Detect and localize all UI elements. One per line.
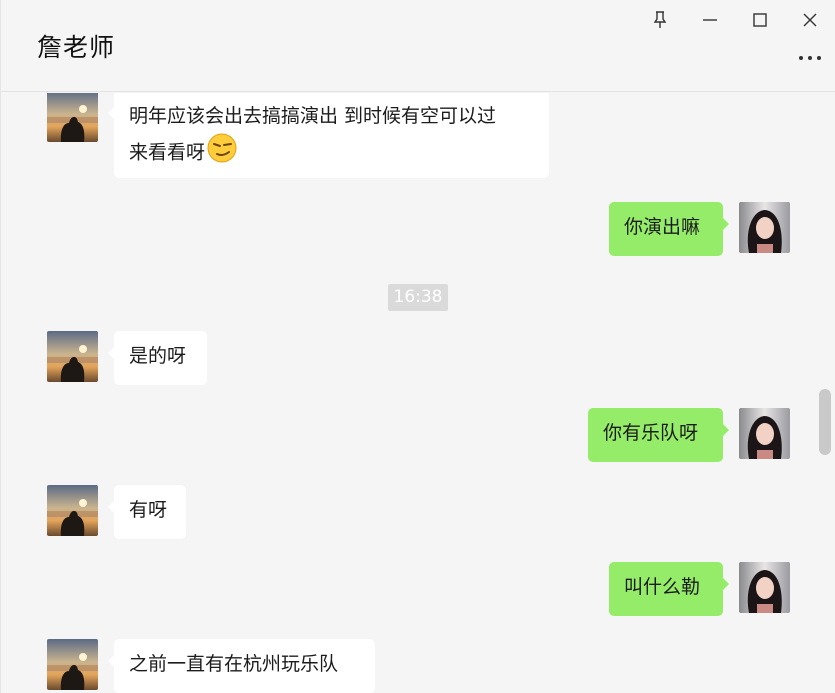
- contact-avatar[interactable]: [47, 331, 98, 382]
- incoming-message-bubble[interactable]: 有呀: [108, 485, 186, 539]
- chat-header: 詹老师: [1, 0, 835, 92]
- more-dots-icon[interactable]: [797, 50, 823, 66]
- smirk-emoji-icon: [206, 132, 238, 174]
- contact-avatar[interactable]: [47, 485, 98, 536]
- minimize-icon[interactable]: [698, 8, 722, 32]
- message-text: 有呀: [129, 499, 168, 521]
- incoming-message-bubble[interactable]: 明年应该会出去搞搞演出 到时候有空可以过 来看看呀: [108, 93, 549, 178]
- message-text: 你有乐队呀: [603, 422, 699, 444]
- outgoing-message-bubble[interactable]: 你演出嘛: [609, 202, 729, 256]
- incoming-message-bubble[interactable]: 是的呀: [108, 331, 207, 385]
- message-text-line2: 来看看呀: [129, 141, 206, 164]
- pin-icon[interactable]: [648, 8, 672, 32]
- close-icon[interactable]: [798, 8, 822, 32]
- outgoing-message-bubble[interactable]: 叫什么勒: [609, 562, 729, 616]
- message-text: 明年应该会出去搞搞演出 到时候有空可以过: [129, 105, 497, 127]
- scrollbar-thumb[interactable]: [819, 389, 831, 455]
- my-avatar[interactable]: [739, 408, 790, 459]
- incoming-message-bubble[interactable]: 之前一直有在杭州玩乐队: [108, 639, 375, 693]
- message-text: 叫什么勒: [624, 576, 701, 598]
- message-text: 来看看呀: [129, 132, 534, 174]
- my-avatar[interactable]: [739, 562, 790, 613]
- message-list[interactable]: 明年应该会出去搞搞演出 到时候有空可以过 来看看呀 你演出嘛 16:38 是的呀…: [1, 93, 835, 693]
- contact-avatar[interactable]: [47, 639, 98, 690]
- contact-name-title: 詹老师: [37, 33, 116, 62]
- my-avatar[interactable]: [739, 202, 790, 253]
- message-text: 之前一直有在杭州玩乐队: [129, 653, 339, 675]
- message-text: 是的呀: [129, 345, 187, 367]
- timestamp-label: 16:38: [388, 284, 448, 311]
- message-text: 你演出嘛: [624, 216, 701, 238]
- maximize-icon[interactable]: [748, 8, 772, 32]
- chat-window: 詹老师 明年应该会出去搞搞演出 到时候有空可以过 来看看呀 你演出嘛 16:38…: [0, 0, 835, 693]
- contact-avatar[interactable]: [47, 93, 98, 142]
- outgoing-message-bubble[interactable]: 你有乐队呀: [588, 408, 729, 462]
